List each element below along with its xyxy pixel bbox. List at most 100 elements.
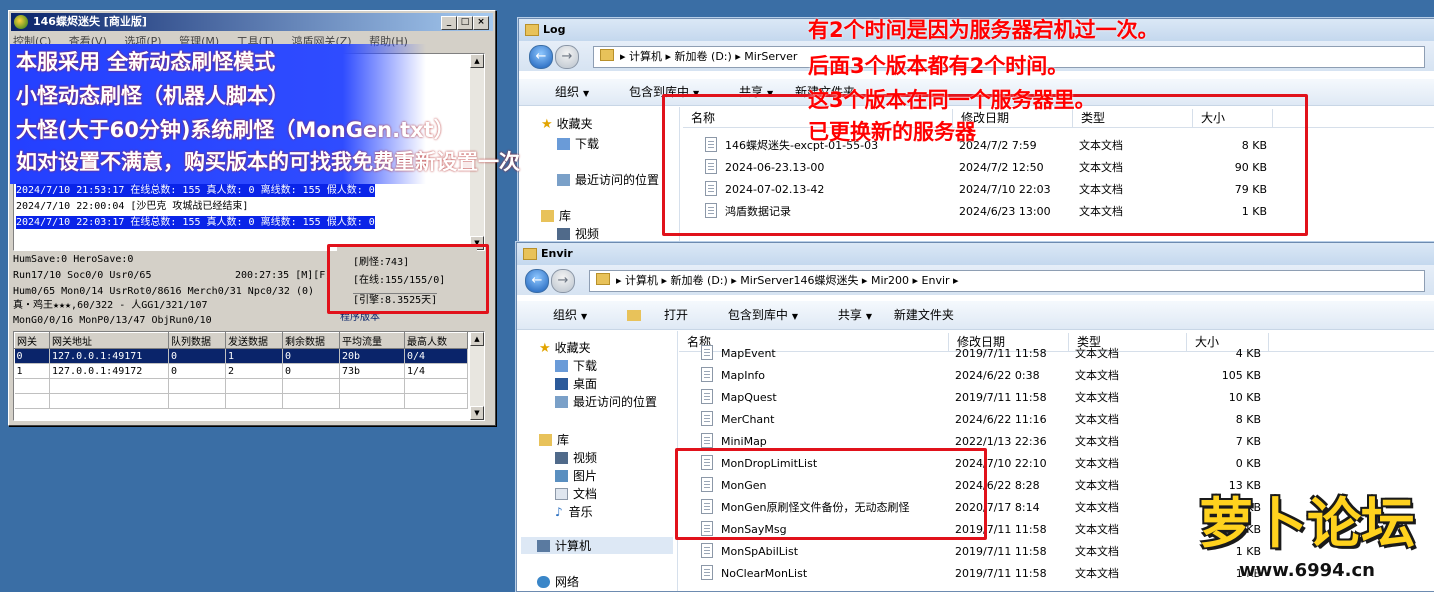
cell: 0: [282, 348, 340, 364]
stats-line: MonG0/0/16 MonP0/13/47 ObjRun0/10: [13, 315, 212, 326]
logo-url: www.6994.cn: [1239, 560, 1375, 581]
library-icon: [541, 210, 554, 222]
recent-places-icon: [557, 174, 570, 186]
file-name-text: MonSpAbilList: [721, 545, 799, 558]
file-size: 4 KB: [1235, 347, 1261, 360]
column-header[interactable]: 剩余数据: [282, 332, 340, 349]
column-header[interactable]: 网关地址: [49, 332, 169, 349]
library-icon: [539, 434, 552, 446]
file-name: MapQuest: [701, 387, 777, 409]
nav-videos[interactable]: 视频: [555, 449, 597, 466]
text-document-icon: [701, 345, 713, 360]
table-row[interactable]: 0 127.0.0.1:49171 0 1 0 20b 0/4: [14, 348, 468, 364]
nav-videos[interactable]: 视频: [557, 225, 600, 241]
overlay-note-line: 后面3个版本都有2个时间。: [808, 54, 1069, 78]
documents-icon: [555, 488, 568, 500]
forward-arrow-icon[interactable]: →: [555, 45, 579, 69]
envir-path: ▸ 计算机 ▸ 新加卷 (D:) ▸ MirServer146蝶烬迷失 ▸ Mi…: [616, 274, 959, 287]
scroll-down-arrow-icon[interactable]: ▼: [470, 406, 484, 420]
nav-downloads[interactable]: 下载: [555, 357, 597, 374]
include-library-button[interactable]: 包含到库中 ▼: [710, 308, 798, 322]
file-size: 10 KB: [1228, 391, 1261, 404]
nav-favorites[interactable]: ★ 收藏夹: [539, 339, 591, 356]
file-row[interactable]: MapEvent 2019/7/11 11:58 文本文档 4 KB: [679, 343, 1434, 365]
envir-nav-pane: ★ 收藏夹 下载 桌面 最近访问的位置 库 视频 图片 文档 ♪ 音乐 计算机 网络: [517, 331, 678, 591]
nav-recent[interactable]: 最近访问的位置: [557, 171, 659, 188]
envir-path-box[interactable]: ▸ 计算机 ▸ 新加卷 (D:) ▸ MirServer146蝶烬迷失 ▸ Mi…: [589, 270, 1425, 292]
nav-label: 视频: [575, 227, 600, 241]
nav-downloads[interactable]: 下载: [557, 135, 599, 152]
organize-button[interactable]: 组织 ▼: [535, 308, 587, 322]
file-row[interactable]: MapQuest 2019/7/11 11:58 文本文档 10 KB: [679, 387, 1434, 409]
text-document-icon: [701, 389, 713, 404]
nav-desktop[interactable]: 桌面: [555, 375, 597, 392]
column-header[interactable]: 发送数据: [225, 332, 283, 349]
back-arrow-icon[interactable]: ←: [529, 45, 553, 69]
server-title-bar[interactable]: 146蝶烬迷失 [商业版] _ □ ×: [11, 13, 493, 31]
nav-libraries[interactable]: 库: [541, 207, 571, 224]
nav-documents[interactable]: 文档: [555, 485, 597, 502]
cell: 127.0.0.1:49172: [49, 363, 169, 379]
nav-favorites[interactable]: ★ 收藏夹: [541, 115, 593, 132]
maximize-button[interactable]: □: [457, 16, 473, 30]
nav-label: 桌面: [573, 377, 598, 391]
stats-line: Hum0/65 Mon0/14 UsrRot0/8616 Merch0/31 N…: [13, 286, 315, 297]
dropdown-arrow-icon: ▼: [865, 312, 873, 321]
text-document-icon: [701, 565, 713, 580]
nav-label: 图片: [573, 469, 598, 483]
column-header[interactable]: 最高人数: [404, 332, 468, 349]
annotation-box-mongen: [675, 448, 987, 540]
scroll-up-arrow-icon[interactable]: ▲: [470, 332, 484, 346]
nav-computer[interactable]: 计算机: [521, 537, 673, 554]
column-header[interactable]: 网关: [14, 332, 50, 349]
dropdown-arrow-icon: ▼: [583, 89, 590, 98]
gateway-table[interactable]: 网关 网关地址 队列数据 发送数据 剩余数据 平均流量 最高人数 0 127.0…: [13, 331, 485, 421]
nav-label: 计算机: [555, 539, 592, 553]
minimize-button[interactable]: _: [441, 16, 457, 30]
nav-music[interactable]: ♪ 音乐: [555, 503, 593, 520]
log-line: 2024/7/10 21:53:17 在线总数: 155 真人数: 0 离线数:…: [16, 184, 375, 197]
column-header[interactable]: 队列数据: [168, 332, 226, 349]
file-name-text: NoClearMonList: [721, 567, 808, 580]
scroll-up-arrow-icon[interactable]: ▲: [470, 54, 484, 68]
organize-button[interactable]: 组织 ▼: [537, 85, 589, 99]
file-type: 文本文档: [1075, 479, 1119, 492]
nav-libraries[interactable]: 库: [539, 431, 569, 448]
overlay-text-line: 本服采用 全新动态刷怪模式: [16, 50, 276, 74]
table-scrollbar[interactable]: ▲ ▼: [470, 332, 484, 420]
organize-label: 组织: [553, 308, 578, 322]
file-name-text: MiniMap: [721, 435, 767, 448]
cell: 20b: [339, 348, 405, 364]
file-row[interactable]: MapInfo 2024/6/22 0:38 文本文档 105 KB: [679, 365, 1434, 387]
video-icon: [555, 452, 568, 464]
file-type: 文本文档: [1075, 369, 1119, 382]
back-arrow-icon[interactable]: ←: [525, 269, 549, 293]
file-size: 8 KB: [1235, 413, 1261, 426]
column-header[interactable]: 平均流量: [339, 332, 405, 349]
file-name-text: MapInfo: [721, 369, 766, 382]
envir-toolbar: 组织 ▼ 打开 包含到库中 ▼ 共享 ▼ 新建文件夹: [517, 301, 1434, 330]
pictures-icon: [555, 470, 568, 482]
envir-address-bar: ← → ▸ 计算机 ▸ 新加卷 (D:) ▸ MirServer146蝶烬迷失 …: [517, 265, 1434, 295]
log-title: Log: [543, 23, 566, 36]
new-folder-button[interactable]: 新建文件夹: [894, 308, 954, 322]
table-row[interactable]: 1 127.0.0.1:49172 0 2 0 73b 1/4: [14, 363, 468, 379]
forward-arrow-icon[interactable]: →: [551, 269, 575, 293]
file-type: 文本文档: [1075, 391, 1119, 404]
stats-line: 真・鸡王★★★,60/322 - 人GG1/321/107: [13, 300, 208, 311]
cell: 1: [14, 363, 50, 379]
share-button[interactable]: 共享 ▼: [820, 308, 872, 322]
nav-network[interactable]: 网络: [537, 573, 579, 590]
nav-recent[interactable]: 最近访问的位置: [555, 393, 657, 410]
envir-title-bar[interactable]: Envir: [517, 243, 1434, 265]
nav-label: 下载: [573, 359, 598, 373]
organize-label: 组织: [555, 85, 580, 99]
nav-pictures[interactable]: 图片: [555, 467, 597, 484]
stats-line: HumSave:0 HeroSave:0: [13, 254, 134, 265]
envir-title: Envir: [541, 247, 573, 260]
file-date: 2019/7/11 11:58: [955, 391, 1047, 404]
file-row[interactable]: MerChant 2024/6/22 11:16 文本文档 8 KB: [679, 409, 1434, 431]
table-row: [14, 393, 468, 409]
close-button[interactable]: ×: [473, 16, 489, 30]
open-button[interactable]: 打开: [609, 308, 688, 322]
